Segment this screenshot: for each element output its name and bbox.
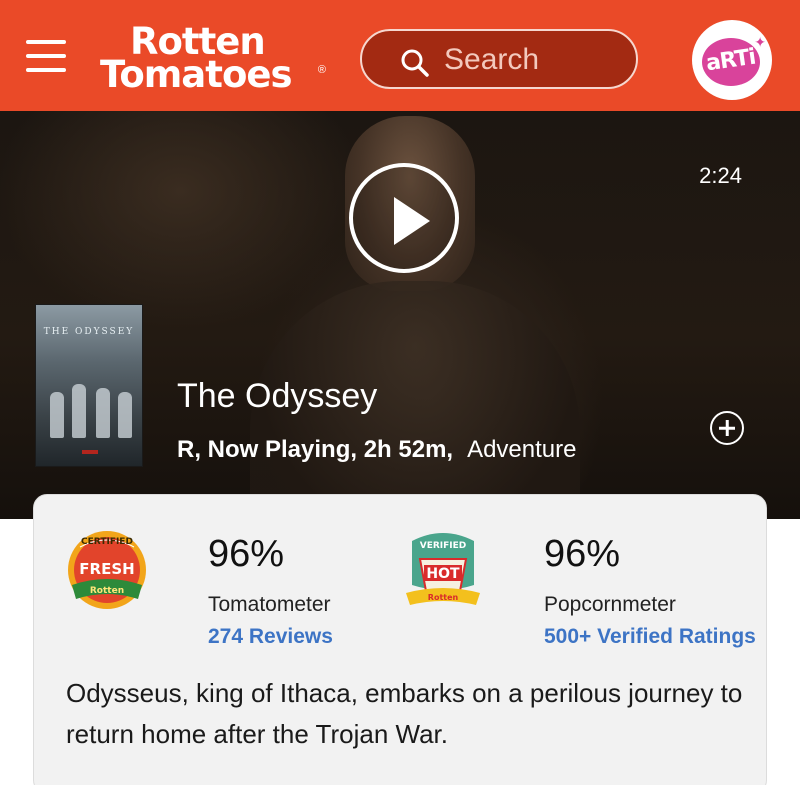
badge-logo-text: Rotten (90, 586, 124, 596)
movie-meta: R, Now Playing, 2h 52m, Adventure (177, 436, 576, 464)
trailer-hero[interactable]: 2:24 THE ODYSSEY The Odyssey R, Now Play… (0, 111, 800, 519)
poster-accent (82, 450, 98, 454)
movie-genre: Adventure (467, 436, 577, 463)
play-trailer-button[interactable] (349, 163, 459, 273)
menu-icon-bar (26, 40, 66, 44)
sparkle-icon: ✦ (754, 34, 766, 50)
user-avatar-button[interactable]: aRTi ✦ (692, 20, 772, 100)
certified-fresh-icon[interactable]: CERTIFIED FRESH Rotten (66, 529, 148, 611)
score-card: CERTIFIED FRESH Rotten 96% Tomatometer 2… (33, 494, 767, 785)
menu-icon-bar (26, 54, 66, 58)
logo-line-2: Tomatoes (100, 53, 292, 96)
tomatometer-score: 96% (208, 533, 285, 575)
movie-synopsis: Odysseus, king of Ithaca, embarks on a p… (66, 678, 743, 749)
movie-rating-info: R, Now Playing, 2h 52m, (177, 436, 454, 463)
top-nav-bar: Rotten Tomatoes ® Search aRTi ✦ (0, 0, 800, 111)
search-input[interactable]: Search (360, 29, 638, 89)
trailer-duration: 2:24 (699, 163, 742, 188)
verified-hot-icon[interactable]: VERIFIED HOT Rotten (402, 529, 484, 611)
add-to-watchlist-button[interactable] (710, 411, 744, 445)
poster-figure (96, 388, 110, 438)
critic-reviews-link[interactable]: 274 Reviews (208, 625, 333, 649)
badge-main-text: HOT (426, 566, 460, 582)
verified-ratings-link[interactable]: 500+ Verified Ratings (544, 625, 756, 649)
poster-title: THE ODYSSEY (43, 327, 135, 337)
menu-icon-bar (26, 68, 66, 72)
popcornmeter-block: VERIFIED HOT Rotten 96% Popcornmeter 500… (402, 521, 756, 648)
poster-figure (118, 392, 132, 438)
poster-figure (50, 392, 64, 438)
logo-registered-mark: ® (317, 64, 326, 76)
badge-logo-text: Rotten (428, 593, 459, 602)
tomatometer-label: Tomatometer (208, 593, 331, 616)
menu-icon[interactable] (26, 40, 66, 74)
search-icon (401, 49, 429, 77)
popcornmeter-score: 96% (544, 533, 621, 575)
movie-title: The Odyssey (177, 377, 378, 415)
popcornmeter-label: Popcornmeter (544, 593, 676, 616)
rotten-tomatoes-logo[interactable]: Rotten Tomatoes ® (100, 20, 326, 96)
tomatometer-block: CERTIFIED FRESH Rotten 96% Tomatometer 2… (66, 521, 406, 648)
badge-main-text: FRESH (79, 560, 134, 578)
poster-figure (72, 384, 86, 438)
badge-top-text: VERIFIED (420, 541, 467, 551)
badge-top-text: CERTIFIED (81, 537, 133, 547)
movie-poster[interactable]: THE ODYSSEY (35, 304, 143, 467)
search-placeholder: Search (444, 43, 540, 76)
